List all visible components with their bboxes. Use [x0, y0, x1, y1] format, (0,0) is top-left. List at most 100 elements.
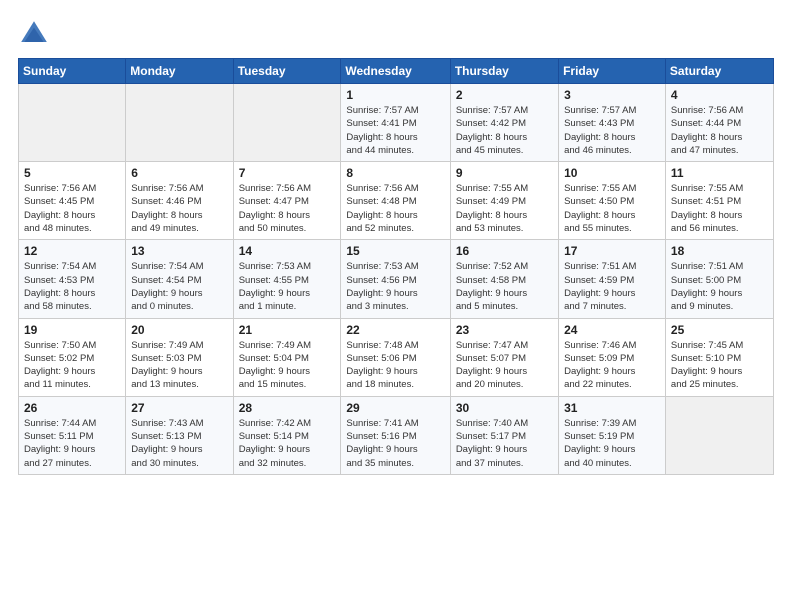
calendar-table: SundayMondayTuesdayWednesdayThursdayFrid… — [18, 58, 774, 475]
day-number: 15 — [346, 244, 444, 258]
day-number: 31 — [564, 401, 660, 415]
calendar-cell: 16 Sunrise: 7:52 AM Sunset: 4:58 PM Dayli… — [450, 240, 558, 318]
day-number: 22 — [346, 323, 444, 337]
calendar-cell: 26 Sunrise: 7:44 AM Sunset: 5:11 PM Dayli… — [19, 396, 126, 474]
day-number: 6 — [131, 166, 227, 180]
day-number: 7 — [239, 166, 336, 180]
calendar-cell — [126, 84, 233, 162]
day-info: Sunrise: 7:53 AM Sunset: 4:56 PM Dayligh… — [346, 260, 444, 313]
calendar-cell — [19, 84, 126, 162]
calendar-cell: 4 Sunrise: 7:56 AM Sunset: 4:44 PM Daylig… — [665, 84, 773, 162]
day-number: 29 — [346, 401, 444, 415]
day-info: Sunrise: 7:56 AM Sunset: 4:45 PM Dayligh… — [24, 182, 120, 235]
day-info: Sunrise: 7:54 AM Sunset: 4:54 PM Dayligh… — [131, 260, 227, 313]
day-number: 8 — [346, 166, 444, 180]
day-header-wednesday: Wednesday — [341, 59, 450, 84]
day-info: Sunrise: 7:45 AM Sunset: 5:10 PM Dayligh… — [671, 339, 768, 392]
header — [18, 18, 774, 50]
calendar-cell: 29 Sunrise: 7:41 AM Sunset: 5:16 PM Dayli… — [341, 396, 450, 474]
day-number: 18 — [671, 244, 768, 258]
calendar-cell: 21 Sunrise: 7:49 AM Sunset: 5:04 PM Dayli… — [233, 318, 341, 396]
day-number: 13 — [131, 244, 227, 258]
day-info: Sunrise: 7:39 AM Sunset: 5:19 PM Dayligh… — [564, 417, 660, 470]
day-number: 19 — [24, 323, 120, 337]
day-number: 20 — [131, 323, 227, 337]
calendar-cell: 28 Sunrise: 7:42 AM Sunset: 5:14 PM Dayli… — [233, 396, 341, 474]
calendar-cell: 1Sunrise: 7:57 AM Sunset: 4:41 PM Daylig… — [341, 84, 450, 162]
day-info: Sunrise: 7:51 AM Sunset: 4:59 PM Dayligh… — [564, 260, 660, 313]
day-info: Sunrise: 7:48 AM Sunset: 5:06 PM Dayligh… — [346, 339, 444, 392]
calendar-week-5: 26 Sunrise: 7:44 AM Sunset: 5:11 PM Dayli… — [19, 396, 774, 474]
calendar-cell: 3 Sunrise: 7:57 AM Sunset: 4:43 PM Daylig… — [559, 84, 666, 162]
day-info: Sunrise: 7:40 AM Sunset: 5:17 PM Dayligh… — [456, 417, 553, 470]
calendar-cell — [665, 396, 773, 474]
day-info: Sunrise: 7:46 AM Sunset: 5:09 PM Dayligh… — [564, 339, 660, 392]
calendar-cell: 31 Sunrise: 7:39 AM Sunset: 5:19 PM Dayli… — [559, 396, 666, 474]
day-info: Sunrise: 7:42 AM Sunset: 5:14 PM Dayligh… — [239, 417, 336, 470]
day-header-sunday: Sunday — [19, 59, 126, 84]
calendar-cell: 19 Sunrise: 7:50 AM Sunset: 5:02 PM Dayli… — [19, 318, 126, 396]
day-info: Sunrise: 7:50 AM Sunset: 5:02 PM Dayligh… — [24, 339, 120, 392]
day-info: Sunrise: 7:55 AM Sunset: 4:51 PM Dayligh… — [671, 182, 768, 235]
day-info: Sunrise: 7:56 AM Sunset: 4:44 PM Dayligh… — [671, 104, 768, 157]
logo — [18, 18, 56, 50]
day-info: Sunrise: 7:56 AM Sunset: 4:47 PM Dayligh… — [239, 182, 336, 235]
day-info: Sunrise: 7:53 AM Sunset: 4:55 PM Dayligh… — [239, 260, 336, 313]
day-number: 26 — [24, 401, 120, 415]
calendar-week-4: 19 Sunrise: 7:50 AM Sunset: 5:02 PM Dayli… — [19, 318, 774, 396]
day-info: Sunrise: 7:56 AM Sunset: 4:46 PM Dayligh… — [131, 182, 227, 235]
calendar-cell: 8Sunrise: 7:56 AM Sunset: 4:48 PM Daylig… — [341, 162, 450, 240]
day-number: 25 — [671, 323, 768, 337]
day-number: 2 — [456, 88, 553, 102]
day-info: Sunrise: 7:55 AM Sunset: 4:50 PM Dayligh… — [564, 182, 660, 235]
calendar-cell: 17 Sunrise: 7:51 AM Sunset: 4:59 PM Dayli… — [559, 240, 666, 318]
day-number: 28 — [239, 401, 336, 415]
day-info: Sunrise: 7:44 AM Sunset: 5:11 PM Dayligh… — [24, 417, 120, 470]
calendar-cell — [233, 84, 341, 162]
calendar-cell: 2Sunrise: 7:57 AM Sunset: 4:42 PM Daylig… — [450, 84, 558, 162]
day-info: Sunrise: 7:47 AM Sunset: 5:07 PM Dayligh… — [456, 339, 553, 392]
day-info: Sunrise: 7:55 AM Sunset: 4:49 PM Dayligh… — [456, 182, 553, 235]
calendar-cell: 10 Sunrise: 7:55 AM Sunset: 4:50 PM Dayli… — [559, 162, 666, 240]
day-number: 16 — [456, 244, 553, 258]
day-number: 5 — [24, 166, 120, 180]
day-info: Sunrise: 7:49 AM Sunset: 5:03 PM Dayligh… — [131, 339, 227, 392]
day-number: 11 — [671, 166, 768, 180]
calendar-cell: 9 Sunrise: 7:55 AM Sunset: 4:49 PM Daylig… — [450, 162, 558, 240]
calendar-header-row: SundayMondayTuesdayWednesdayThursdayFrid… — [19, 59, 774, 84]
day-info: Sunrise: 7:57 AM Sunset: 4:43 PM Dayligh… — [564, 104, 660, 157]
calendar-week-2: 5 Sunrise: 7:56 AM Sunset: 4:45 PM Daylig… — [19, 162, 774, 240]
day-number: 21 — [239, 323, 336, 337]
calendar-cell: 22 Sunrise: 7:48 AM Sunset: 5:06 PM Dayli… — [341, 318, 450, 396]
day-number: 9 — [456, 166, 553, 180]
day-number: 10 — [564, 166, 660, 180]
day-number: 3 — [564, 88, 660, 102]
calendar-cell: 27Sunrise: 7:43 AM Sunset: 5:13 PM Dayli… — [126, 396, 233, 474]
calendar-cell: 14 Sunrise: 7:53 AM Sunset: 4:55 PM Dayli… — [233, 240, 341, 318]
day-number: 17 — [564, 244, 660, 258]
calendar-cell: 30Sunrise: 7:40 AM Sunset: 5:17 PM Dayli… — [450, 396, 558, 474]
calendar-cell: 11 Sunrise: 7:55 AM Sunset: 4:51 PM Dayli… — [665, 162, 773, 240]
day-number: 4 — [671, 88, 768, 102]
day-info: Sunrise: 7:52 AM Sunset: 4:58 PM Dayligh… — [456, 260, 553, 313]
calendar-cell: 23Sunrise: 7:47 AM Sunset: 5:07 PM Dayli… — [450, 318, 558, 396]
calendar-cell: 18 Sunrise: 7:51 AM Sunset: 5:00 PM Dayli… — [665, 240, 773, 318]
calendar-cell: 24 Sunrise: 7:46 AM Sunset: 5:09 PM Dayli… — [559, 318, 666, 396]
calendar-week-3: 12Sunrise: 7:54 AM Sunset: 4:53 PM Dayli… — [19, 240, 774, 318]
calendar-cell: 5 Sunrise: 7:56 AM Sunset: 4:45 PM Daylig… — [19, 162, 126, 240]
day-number: 24 — [564, 323, 660, 337]
day-info: Sunrise: 7:57 AM Sunset: 4:41 PM Dayligh… — [346, 104, 444, 157]
day-number: 14 — [239, 244, 336, 258]
day-header-saturday: Saturday — [665, 59, 773, 84]
day-info: Sunrise: 7:41 AM Sunset: 5:16 PM Dayligh… — [346, 417, 444, 470]
calendar-cell: 15 Sunrise: 7:53 AM Sunset: 4:56 PM Dayli… — [341, 240, 450, 318]
calendar-cell: 20 Sunrise: 7:49 AM Sunset: 5:03 PM Dayli… — [126, 318, 233, 396]
calendar-cell: 6 Sunrise: 7:56 AM Sunset: 4:46 PM Daylig… — [126, 162, 233, 240]
day-info: Sunrise: 7:49 AM Sunset: 5:04 PM Dayligh… — [239, 339, 336, 392]
day-number: 27 — [131, 401, 227, 415]
calendar-week-1: 1Sunrise: 7:57 AM Sunset: 4:41 PM Daylig… — [19, 84, 774, 162]
day-header-thursday: Thursday — [450, 59, 558, 84]
day-info: Sunrise: 7:51 AM Sunset: 5:00 PM Dayligh… — [671, 260, 768, 313]
day-header-tuesday: Tuesday — [233, 59, 341, 84]
logo-icon — [18, 18, 50, 50]
